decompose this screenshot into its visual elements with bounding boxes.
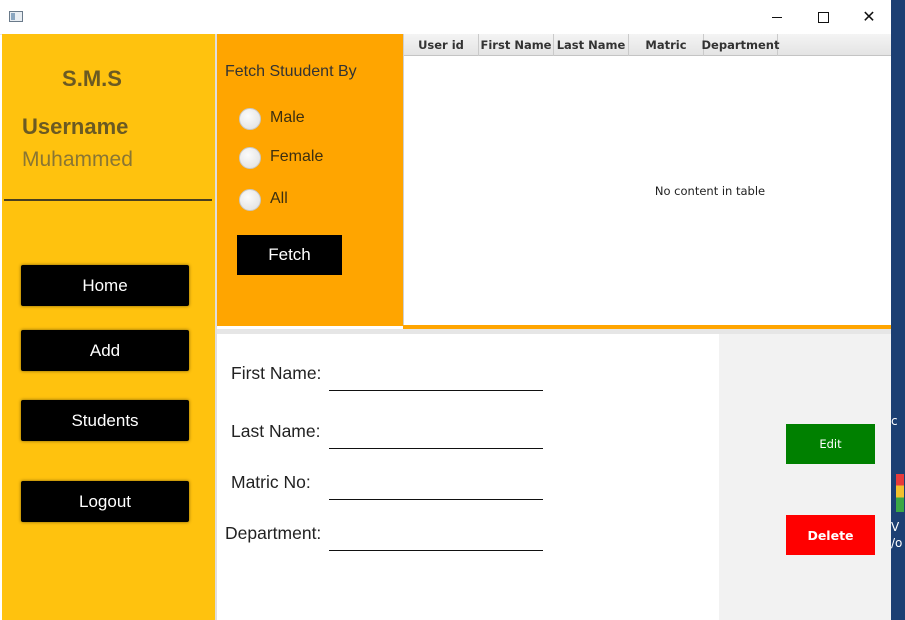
student-table[interactable] [403,34,891,326]
last-name-label: Last Name: [231,421,321,441]
students-button[interactable]: Students [21,400,189,441]
desktop-icon [896,474,904,512]
home-button[interactable]: Home [21,265,189,306]
department-field[interactable] [329,521,543,551]
desktop-text-fragment: V [891,520,900,534]
matric-field[interactable] [329,470,543,500]
close-button[interactable]: ✕ [846,0,892,34]
column-first-name[interactable]: First Name [479,34,554,56]
table-empty-message: No content in table [654,184,766,198]
brand-title: S.M.S [62,66,122,91]
column-user-id[interactable]: User id [404,34,479,56]
close-icon: ✕ [862,7,876,26]
desktop-text-fragment: /o [891,536,903,550]
edit-button[interactable]: Edit [786,424,875,464]
actions-panel [719,334,891,620]
username-label: Username [22,114,129,139]
first-name-label: First Name: [231,363,322,383]
add-button[interactable]: Add [21,330,189,371]
minimize-icon [772,16,782,18]
first-name-field[interactable] [329,361,543,391]
radio-all[interactable] [239,189,261,211]
radio-female[interactable] [239,147,261,169]
minimize-button[interactable] [754,0,800,34]
radio-male[interactable] [239,108,261,130]
column-last-name[interactable]: Last Name [554,34,629,56]
app-icon [9,11,23,22]
fetch-button[interactable]: Fetch [237,235,342,275]
username-value: Muhammed [22,148,133,171]
maximize-button[interactable] [800,0,846,34]
column-department[interactable]: Department [702,34,780,56]
delete-button[interactable]: Delete [786,515,875,555]
radio-male-label[interactable]: Male [270,109,305,127]
column-matric[interactable]: Matric [629,34,704,56]
logout-button[interactable]: Logout [21,481,189,522]
desktop-text-fragment: c [891,414,898,428]
radio-all-label[interactable]: All [270,190,288,208]
last-name-field[interactable] [329,419,543,449]
fetch-title: Fetch Stuudent By [225,63,357,80]
matric-label: Matric No: [231,472,311,492]
radio-female-label[interactable]: Female [270,148,323,166]
sidebar-divider [4,199,212,201]
department-label: Department: [225,523,322,543]
maximize-icon [817,11,829,23]
